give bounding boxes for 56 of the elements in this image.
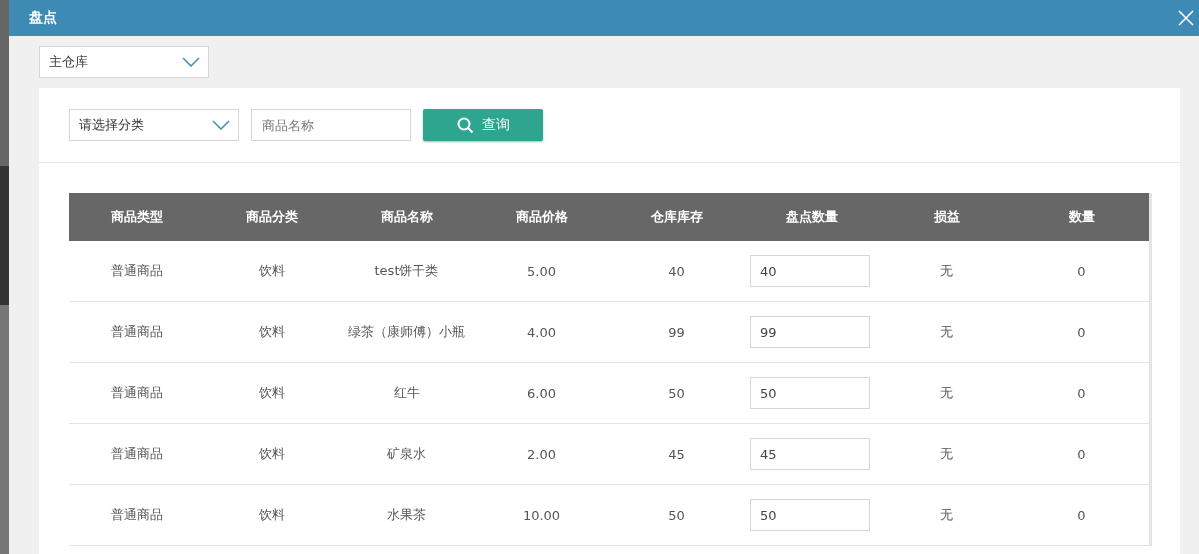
table-cell-text: 99	[667, 323, 686, 342]
table-cell-text: 50	[667, 384, 686, 403]
table-cell-text: 5.00	[526, 262, 557, 281]
table-cell-text: 普通商品	[109, 384, 164, 402]
table-cell-text: 0	[1076, 506, 1087, 525]
column-header: 仓库库存	[649, 208, 704, 226]
table-cell-text: 40	[667, 262, 686, 281]
table-cell-text: 10.00	[521, 506, 562, 525]
table-cell-text: 红牛	[392, 384, 421, 402]
table-cell-text: 饮料	[257, 384, 286, 402]
table-cell-text: 无	[939, 262, 954, 280]
chevron-down-icon	[212, 120, 230, 130]
warehouse-select[interactable]: 主仓库	[39, 46, 209, 78]
column-header: 商品价格	[514, 208, 569, 226]
table-cell-text: 无	[939, 384, 954, 402]
table-cell-text: 绿茶（康师傅）小瓶	[347, 323, 466, 341]
table-cell-text: 0	[1076, 445, 1087, 464]
close-icon[interactable]	[1177, 9, 1195, 27]
count-field[interactable]: 50	[750, 377, 870, 409]
table-cell-text: 普通商品	[109, 445, 164, 463]
table-cell-text: 4.00	[526, 323, 557, 342]
count-field[interactable]: 45	[750, 438, 870, 470]
table-cell-text: 无	[939, 445, 954, 463]
count-field[interactable]: 50	[750, 499, 870, 531]
table-cell-text: 普通商品	[109, 506, 164, 524]
search-icon	[456, 116, 474, 134]
table-cell-text: 普通商品	[109, 262, 164, 280]
column-header: 盘点数量	[784, 208, 839, 226]
category-select[interactable]: 请选择分类	[69, 109, 239, 141]
table-cell-text: test饼干类	[373, 262, 440, 280]
table-cell-text: 饮料	[257, 445, 286, 463]
dialog-title: 盘点	[29, 9, 57, 27]
table-cell-text: 饮料	[257, 506, 286, 524]
table-cell-text: 无	[939, 323, 954, 341]
table-cell-text: 45	[667, 445, 686, 464]
table-cell-text: 水果茶	[386, 506, 427, 524]
chevron-down-icon	[182, 57, 200, 67]
table-cell-text: 无	[939, 506, 954, 524]
table-cell-text: 饮料	[257, 323, 286, 341]
table-cell-text: 0	[1076, 384, 1087, 403]
column-header: 商品名称	[379, 208, 434, 226]
table-cell-text: 2.00	[526, 445, 557, 464]
table-cell-text: 0	[1076, 262, 1087, 281]
table-cell-text: 饮料	[257, 262, 286, 280]
column-header: 商品分类	[244, 208, 299, 226]
table-cell-text: 0	[1076, 323, 1087, 342]
column-header: 损益	[932, 208, 961, 226]
table-cell-text: 普通商品	[109, 323, 164, 341]
column-header: 商品类型	[109, 208, 164, 226]
count-field[interactable]: 99	[750, 316, 870, 348]
count-field[interactable]: 40	[750, 255, 870, 287]
column-header: 数量	[1067, 208, 1096, 226]
table-cell-text: 矿泉水	[386, 445, 427, 463]
table-cell-text: 50	[667, 506, 686, 525]
product-name-field[interactable]: 商品名称	[251, 109, 411, 141]
table-cell-text: 6.00	[526, 384, 557, 403]
